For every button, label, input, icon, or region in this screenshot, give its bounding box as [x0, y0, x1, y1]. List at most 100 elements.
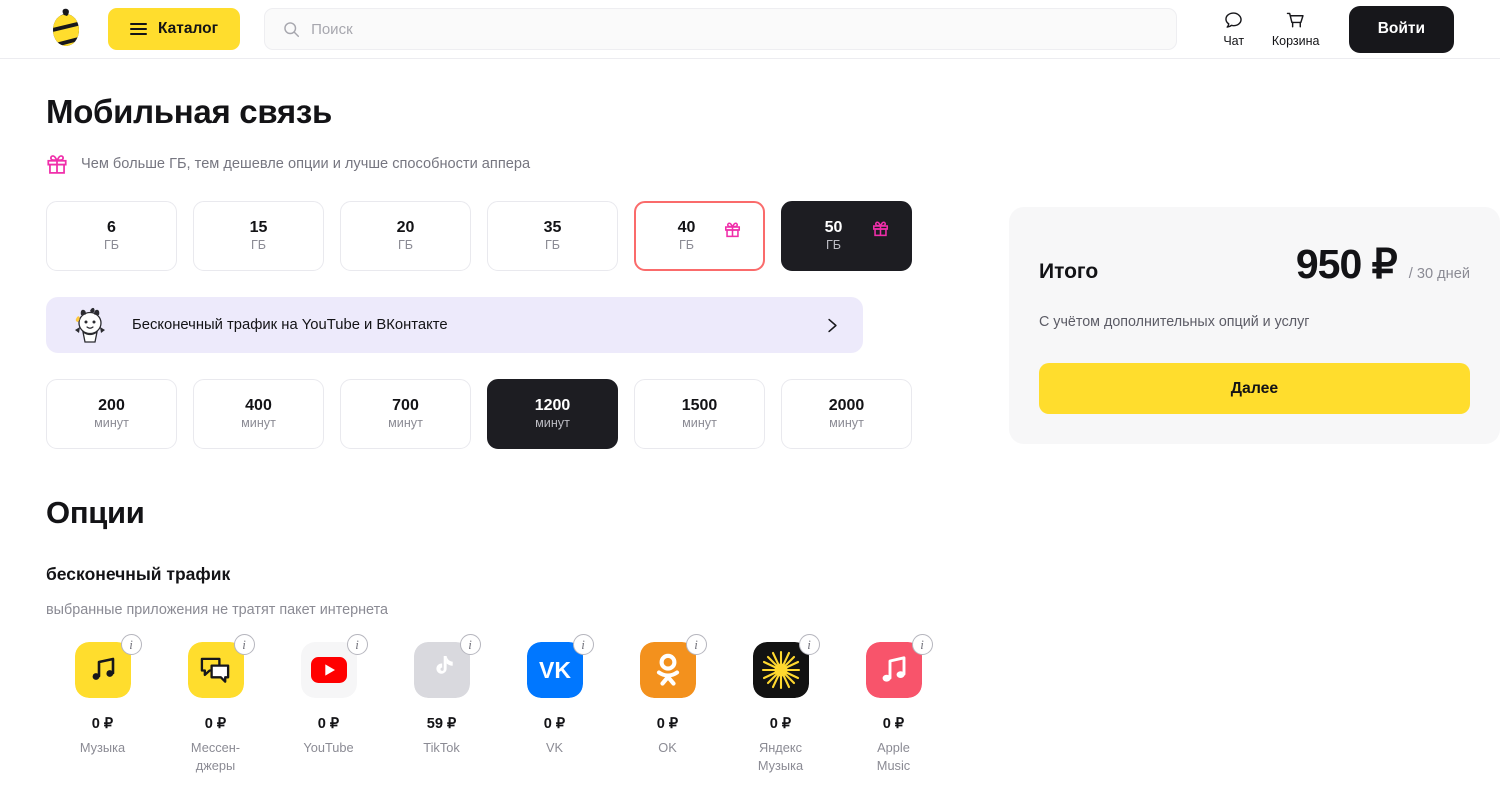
catalog-button-label: Каталог: [158, 20, 219, 37]
app-price: 0 ₽: [543, 716, 566, 732]
tile-value: 50: [824, 219, 843, 237]
data-volume-tile-50[interactable]: 50 ГБ: [781, 201, 912, 271]
app-price: 0 ₽: [317, 716, 340, 732]
page-body: Мобильная связь Чем больше ГБ, тем дешев…: [0, 59, 1500, 774]
logo-wrap[interactable]: [46, 8, 102, 50]
search-input[interactable]: [311, 20, 1158, 38]
tile-value: 400: [245, 397, 272, 415]
login-button[interactable]: Войти: [1348, 5, 1454, 53]
summary-column: Итого 950 ₽ / 30 дней С учётом дополните…: [966, 59, 1500, 774]
chat-button[interactable]: Чат: [1203, 10, 1265, 48]
next-button[interactable]: Далее: [1039, 363, 1470, 414]
gift-icon: [872, 221, 889, 237]
tile-value: 20: [396, 219, 415, 237]
tile-value: 1500: [681, 397, 718, 415]
app-price: 0 ₽: [882, 716, 905, 732]
mascot-icon: [75, 307, 105, 343]
app-name: VK: [545, 740, 564, 755]
app-option-музыка[interactable]: i 0 ₽ Музыка: [46, 634, 159, 774]
minutes-tile-1500[interactable]: 1500 минут: [634, 379, 765, 449]
app-price: 0 ₽: [656, 716, 679, 732]
app-name: Музыка: [79, 740, 126, 755]
minutes-tile-400[interactable]: 400 минут: [193, 379, 324, 449]
chat-label: Чат: [1223, 34, 1245, 48]
app-price: 0 ₽: [204, 716, 227, 732]
tile-unit: ГБ: [678, 237, 695, 252]
unlimited-traffic-desc: выбранные приложения не тратят пакет инт…: [46, 602, 389, 618]
summary-price-wrap: 950 ₽ / 30 дней: [1296, 240, 1470, 288]
tile-value: 6: [107, 219, 116, 237]
minutes-tile-200[interactable]: 200 минут: [46, 379, 177, 449]
tile-value: 2000: [828, 397, 865, 415]
summary-label: Итого: [1039, 260, 1099, 283]
app-option-мессен--джеры[interactable]: i 0 ₽ Мессен-джеры: [159, 634, 272, 774]
tile-value: 15: [249, 219, 268, 237]
info-icon[interactable]: i: [911, 634, 933, 655]
svg-text:VK: VK: [539, 657, 571, 683]
tile-unit: ГБ: [103, 237, 120, 252]
configurator-column: Мобильная связь Чем больше ГБ, тем дешев…: [46, 59, 966, 774]
tile-unit: ГБ: [250, 237, 267, 252]
data-volume-tile-20[interactable]: 20 ГБ: [340, 201, 471, 271]
tile-unit: минут: [682, 415, 717, 430]
data-volume-tile-15[interactable]: 15 ГБ: [193, 201, 324, 271]
promo-banner[interactable]: Бесконечный трафик на YouTube и ВКонтакт…: [46, 297, 863, 353]
beeline-logo-icon: [53, 8, 79, 46]
app-option-яндекс-музыка[interactable]: i 0 ₽ Яндекс Музыка: [724, 634, 837, 774]
data-volume-tile-6[interactable]: 6 ГБ: [46, 201, 177, 271]
chevron-right-icon: [828, 318, 837, 332]
info-icon[interactable]: i: [120, 634, 142, 655]
gift-note: Чем больше ГБ, тем дешевле опции и лучше…: [46, 153, 966, 175]
promo-banner-text: Бесконечный трафик на YouTube и ВКонтакт…: [132, 317, 448, 333]
app-options-grid: i 0 ₽ Музыка i 0 ₽ Мессен-джеры i 0 ₽ YouTube i 59…: [46, 634, 966, 774]
chat-bubble-icon: [1225, 12, 1242, 28]
data-volume-tile-40[interactable]: 40 ГБ: [634, 201, 765, 271]
site-header: Каталог Чат Корзина Войти: [0, 0, 1500, 59]
gift-icon: [724, 222, 741, 238]
app-option-apple-music[interactable]: i 0 ₽ Apple Music: [837, 634, 950, 774]
tile-unit: ГБ: [397, 237, 414, 252]
tile-value: 700: [392, 397, 419, 415]
info-icon[interactable]: i: [572, 634, 594, 655]
info-icon[interactable]: i: [685, 634, 707, 655]
info-icon[interactable]: i: [233, 634, 255, 655]
summary-period: / 30 дней: [1408, 266, 1470, 282]
tile-value: 35: [543, 219, 562, 237]
search-icon: [284, 21, 300, 37]
tile-unit: минут: [829, 415, 864, 430]
tile-unit: минут: [94, 415, 129, 430]
app-option-vk[interactable]: VK i 0 ₽ VK: [498, 634, 611, 774]
info-icon[interactable]: i: [798, 634, 820, 655]
app-option-ok[interactable]: i 0 ₽ OK: [611, 634, 724, 774]
app-price: 0 ₽: [91, 716, 114, 732]
app-name: Яндекс Музыка: [757, 740, 804, 773]
tile-unit: ГБ: [825, 237, 842, 252]
app-icon-wrap: i: [752, 634, 820, 698]
info-icon[interactable]: i: [346, 634, 368, 655]
cart-button[interactable]: Корзина: [1265, 10, 1327, 48]
app-icon-wrap: i: [639, 634, 707, 698]
minutes-tile-2000[interactable]: 2000 минут: [781, 379, 912, 449]
info-icon[interactable]: i: [459, 634, 481, 655]
data-volume-tile-35[interactable]: 35 ГБ: [487, 201, 618, 271]
cart-label: Корзина: [1271, 34, 1320, 48]
app-icon-wrap: i: [865, 634, 933, 698]
summary-price: 950 ₽: [1295, 241, 1398, 287]
app-icon-wrap: i: [187, 634, 255, 698]
minutes-tile-1200[interactable]: 1200 минут: [487, 379, 618, 449]
gift-icon: [47, 155, 67, 174]
search-box[interactable]: [264, 8, 1177, 50]
app-option-tiktok[interactable]: i 59 ₽ TikTok: [385, 634, 498, 774]
app-icon-wrap: i: [300, 634, 368, 698]
tile-value: 200: [98, 397, 125, 415]
app-name: OK: [658, 740, 677, 755]
gift-note-text: Чем больше ГБ, тем дешевле опции и лучше…: [81, 156, 531, 172]
options-section-title: Опции: [46, 495, 145, 530]
catalog-button[interactable]: Каталог: [108, 8, 241, 50]
app-option-youtube[interactable]: i 0 ₽ YouTube: [272, 634, 385, 774]
tile-unit: ГБ: [544, 237, 561, 252]
tile-unit: минут: [388, 415, 423, 430]
minutes-tile-700[interactable]: 700 минут: [340, 379, 471, 449]
tile-value: 1200: [534, 397, 571, 415]
tile-unit: минут: [535, 415, 570, 430]
